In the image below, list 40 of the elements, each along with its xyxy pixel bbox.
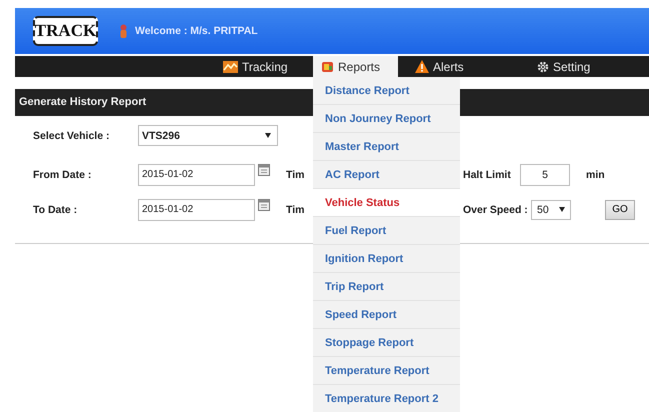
date-field[interactable]: 2015-01-02	[138, 198, 255, 220]
nav-tab[interactable]: Setting	[529, 56, 627, 77]
calendar-icon[interactable]	[258, 164, 270, 176]
speed-select[interactable]: 50	[531, 200, 571, 220]
field-label: Over Speed :	[463, 204, 529, 216]
warning-icon	[415, 60, 429, 73]
field-label: Tim	[286, 168, 306, 180]
menu-item[interactable]: Fuel Report	[313, 217, 460, 245]
go-button[interactable]: GO	[605, 200, 635, 220]
date-field[interactable]: 2015-01-02	[138, 164, 255, 186]
menu-item[interactable]: Temperature Report	[313, 357, 460, 385]
menu-item[interactable]: Temperature Report 2	[313, 385, 460, 412]
menu-item[interactable]: Distance Report	[313, 77, 460, 105]
map-icon	[223, 60, 238, 72]
field-label: To Date :	[33, 204, 78, 216]
nav-tab[interactable]: Tracking	[215, 56, 313, 77]
nav-tab[interactable]: Alerts	[407, 56, 529, 77]
settings-icon	[537, 60, 549, 72]
calendar-icon[interactable]	[258, 199, 270, 211]
menu-item[interactable]: Master Report	[313, 133, 460, 161]
logo[interactable]: TRACK	[33, 16, 98, 46]
menu-item[interactable]: Speed Report	[313, 301, 460, 329]
welcome-text: Welcome : M/s. PRITPAL	[135, 25, 258, 37]
field-label: From Date :	[33, 168, 92, 180]
menu-item[interactable]: Trip Report	[313, 273, 460, 301]
user-icon	[120, 24, 127, 38]
field-label: Halt Limit	[463, 168, 512, 180]
caret-icon	[559, 207, 565, 212]
field-label: Tim	[286, 204, 306, 216]
caret-icon	[265, 133, 271, 138]
nav-tab[interactable]: Reports	[313, 56, 398, 77]
menu-item[interactable]: Ignition Report	[313, 245, 460, 273]
vehicle-select[interactable]: VTS296	[138, 125, 278, 146]
menu-item[interactable]: Vehicle Status	[313, 189, 460, 217]
menu-item[interactable]: Non Journey Report	[313, 105, 460, 133]
halt-limit-field[interactable]: 5	[520, 164, 570, 186]
unit-label: min	[586, 168, 605, 180]
field-label: Select Vehicle :	[33, 130, 110, 142]
report-icon	[321, 60, 334, 73]
menu-item[interactable]: Stoppage Report	[313, 329, 460, 357]
